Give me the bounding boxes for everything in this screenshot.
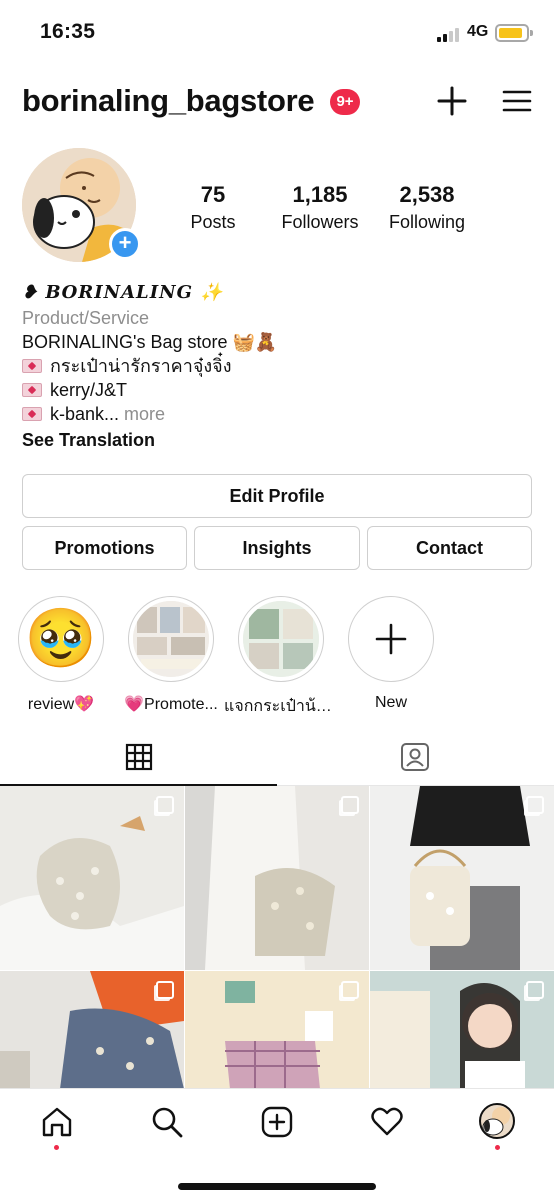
following-count: 2,538 [399, 182, 455, 207]
multiple-posts-icon [341, 796, 359, 814]
highlight-new[interactable]: New [348, 596, 434, 711]
pleading-face-icon: 🥹 [23, 601, 99, 677]
bio-more-link[interactable]: more [119, 404, 165, 424]
multiple-posts-icon [526, 981, 544, 999]
highlight-promote[interactable]: 💗Promote... [124, 596, 218, 713]
bio-category: Product/Service [22, 308, 150, 328]
love-letter-icon [22, 383, 42, 397]
home-icon[interactable] [40, 1105, 74, 1139]
highlight-thumbnail [243, 601, 319, 677]
status-time: 16:35 [40, 20, 96, 43]
home-notification-dot [54, 1145, 59, 1150]
post-thumbnail[interactable] [370, 786, 554, 970]
multiple-posts-icon [526, 796, 544, 814]
post-thumbnail[interactable] [185, 971, 369, 1089]
highlight-label: review💖 [27, 696, 95, 713]
highlight-giveaway[interactable]: แจกกระเป๋าน้อง... [224, 596, 338, 715]
post-thumbnail[interactable] [370, 971, 554, 1089]
stat-following[interactable]: 2,538 Following [381, 182, 473, 233]
posts-count: 75 [200, 182, 226, 207]
network-label: 4G [467, 23, 489, 40]
post-thumbnail[interactable] [0, 971, 184, 1089]
highlight-review[interactable]: 🥹 review💖 [18, 596, 104, 713]
profile-notification-dot [495, 1145, 500, 1150]
search-icon[interactable] [150, 1105, 184, 1139]
profile-header: borinaling_bagstore 9+ [0, 80, 554, 124]
profile-tabs [0, 730, 554, 786]
post-thumbnail[interactable] [185, 786, 369, 970]
multiple-posts-icon [156, 981, 174, 999]
notification-badge[interactable]: 9+ [330, 89, 360, 115]
bio-line-2: กระเป๋าน่ารักราคาจุ๋งจิ๋ง [22, 354, 532, 378]
promotions-button[interactable]: Promotions [22, 526, 187, 570]
profile-avatar-tab[interactable] [479, 1103, 515, 1139]
signal-icon [437, 26, 463, 42]
add-story-button[interactable]: + [109, 228, 141, 260]
new-post-plus-icon[interactable] [435, 84, 469, 118]
stat-followers[interactable]: 1,185 Followers [274, 182, 366, 233]
grid-tab-icon[interactable] [125, 743, 153, 771]
activity-heart-icon[interactable] [370, 1105, 404, 1139]
bio: ❥ 𝑩𝑶𝑹𝑰𝑵𝑨𝑳𝑰𝑵𝑮 ✨ Product/Service BORINALIN… [22, 282, 532, 452]
menu-icon[interactable] [502, 86, 532, 116]
username[interactable]: borinaling_bagstore [22, 83, 315, 119]
home-indicator [178, 1183, 376, 1190]
multiple-posts-icon [156, 796, 174, 814]
bio-line-4: k-bank... more [22, 402, 532, 426]
status-bar: 16:35 4G [0, 0, 554, 66]
post-thumbnail[interactable] [0, 786, 184, 970]
highlight-label: แจกกระเป๋าน้อง... [224, 698, 338, 715]
multiple-posts-icon [341, 981, 359, 999]
followers-count: 1,185 [292, 182, 348, 207]
followers-label: Followers [281, 212, 359, 232]
love-letter-icon [22, 359, 42, 373]
bio-display-name: ❥ 𝑩𝑶𝑹𝑰𝑵𝑨𝑳𝑰𝑵𝑮 ✨ [22, 282, 224, 303]
insights-button[interactable]: Insights [194, 526, 360, 570]
bio-line-1: BORINALING's Bag store 🧺🧸 [22, 332, 278, 352]
love-letter-icon [22, 407, 42, 421]
tagged-tab-icon[interactable] [400, 742, 430, 772]
highlight-thumbnail [133, 601, 209, 677]
edit-profile-button[interactable]: Edit Profile [22, 474, 532, 518]
highlight-label: 💗Promote... [124, 696, 218, 713]
plus-icon [375, 623, 407, 655]
see-translation-link[interactable]: See Translation [22, 428, 532, 452]
stat-posts[interactable]: 75 Posts [178, 182, 248, 233]
create-post-icon[interactable] [260, 1105, 294, 1139]
highlight-label: New [374, 694, 407, 711]
contact-button[interactable]: Contact [367, 526, 532, 570]
posts-label: Posts [190, 212, 236, 232]
bio-line-3: kerry/J&T [22, 378, 532, 402]
following-label: Following [388, 212, 466, 232]
battery-icon [495, 24, 533, 42]
